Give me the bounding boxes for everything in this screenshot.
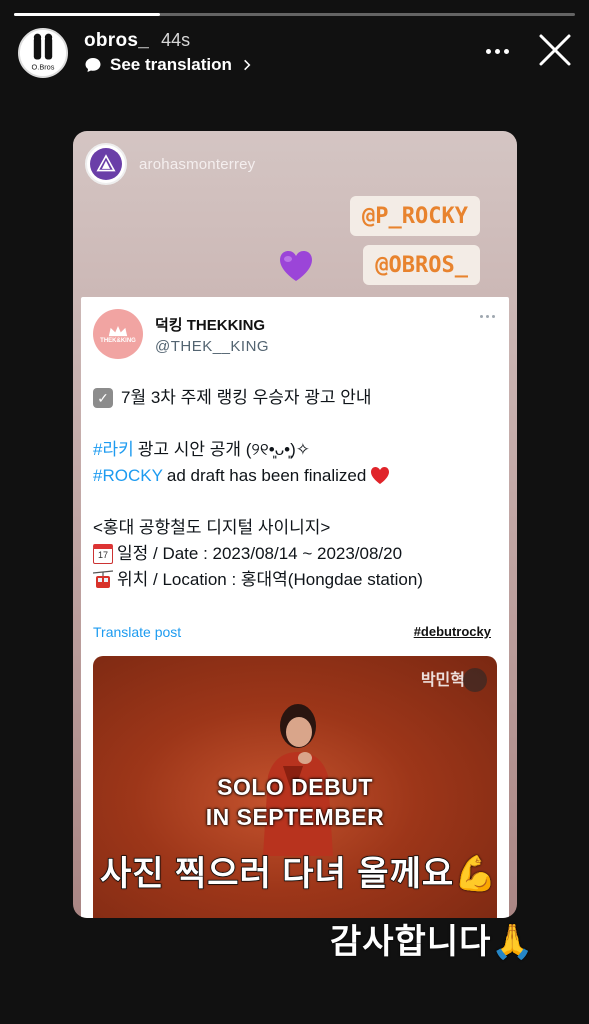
red-heart-icon xyxy=(371,467,390,484)
tweet-body: ✓ 7월 3차 주제 랭킹 우승자 광고 안내 #라키 광고 시안 공개 (୨୧… xyxy=(93,385,499,593)
see-translation-link[interactable]: See translation xyxy=(84,55,254,75)
video-title: SOLO DEBUT IN SEPTEMBER xyxy=(93,772,497,832)
shared-post-card[interactable]: arohasmonterrey @P_ROCKY @OBROS_ THEK&KI… xyxy=(73,131,517,918)
tweet-line-text: <홍대 공항철도 디지털 사이니지> xyxy=(93,518,331,537)
tweet-line-text: ad draft has been finalized xyxy=(166,466,367,485)
calendar-icon: 17 xyxy=(93,544,113,564)
shared-post-avatar[interactable] xyxy=(85,143,127,185)
close-icon[interactable] xyxy=(535,30,575,70)
story-progress-bar xyxy=(14,13,575,16)
more-options-button[interactable] xyxy=(479,36,515,66)
dot-icon xyxy=(503,48,509,54)
tweet-line-text: 광고 시안 공개 (୨୧•͈ᴗ•͈)✧ xyxy=(137,440,311,459)
purple-heart-icon xyxy=(280,251,312,281)
tweet-handle: @THEK__KING xyxy=(155,337,270,355)
tweet-line: #ROCKY ad draft has been finalized xyxy=(93,463,499,489)
video-title-line: IN SEPTEMBER xyxy=(205,804,385,830)
see-translation-label: See translation xyxy=(110,55,232,74)
video-title-line: SOLO DEBUT xyxy=(217,774,373,800)
story-progress-fill xyxy=(14,13,160,16)
mention-sticker[interactable]: @P_ROCKY xyxy=(350,196,480,236)
timestamp: 44s xyxy=(161,30,191,50)
story-text: 사진 찍으러 다녀 올께요 xyxy=(99,854,455,894)
obros-logo-icon: O.Bros xyxy=(20,30,66,76)
story-header: O.Bros obros_ 44s See translation xyxy=(18,28,575,80)
flexed-biceps-icon: 💪 xyxy=(453,854,498,894)
tweet-line-text: 위치 / Location : 홍대역(Hongdae station) xyxy=(117,570,423,589)
mention-text: @P_ROCKY xyxy=(362,203,468,229)
dot-icon xyxy=(494,48,500,54)
speech-bubble-icon xyxy=(85,58,101,72)
aroha-logo-icon xyxy=(90,148,122,180)
story-text-overlay: 감사합니다🙏 xyxy=(329,914,535,963)
tweet-screenshot: THEK&KING 덕킹 THEKKING @THEK__KING ✓ 7월 3… xyxy=(81,297,509,918)
tweet-display-name: 덕킹 THEKKING xyxy=(155,316,266,334)
hashtag: #라키 xyxy=(93,440,134,459)
video-watermark: 박민혁 xyxy=(420,672,465,689)
username[interactable]: obros_ xyxy=(84,30,149,52)
tweet-avatar-text: THEK&KING xyxy=(100,337,136,344)
svg-text:O.Bros: O.Bros xyxy=(32,63,55,72)
tweet-header: THEK&KING 덕킹 THEKKING @THEK__KING xyxy=(93,309,269,359)
video-mute-icon xyxy=(463,668,487,692)
folded-hands-icon: 🙏 xyxy=(491,922,535,962)
translate-post-link: Translate post xyxy=(93,624,182,640)
tweet-line: ✓ 7월 3차 주제 랭킹 우승자 광고 안내 xyxy=(93,385,499,411)
tweet-line: <홍대 공항철도 디지털 사이니지> xyxy=(93,515,499,541)
tweet-avatar: THEK&KING xyxy=(93,309,143,359)
hashtag-link: #debutrocky xyxy=(413,624,491,639)
story-text-overlay: 사진 찍으러 다녀 올께요💪 xyxy=(99,846,498,895)
chevron-right-icon xyxy=(243,59,251,71)
tweet-line: #라키 광고 시안 공개 (୨୧•͈ᴗ•͈)✧ xyxy=(93,437,499,463)
story-text: 감사합니다 xyxy=(329,922,492,962)
tweet-line-text: 7월 3차 주제 랭킹 우승자 광고 안내 xyxy=(121,388,372,407)
shared-post-header: arohasmonterrey xyxy=(85,143,255,185)
user-line: obros_ 44s xyxy=(84,30,190,52)
tweet-more-icon xyxy=(480,315,495,318)
mention-sticker[interactable]: @OBROS_ xyxy=(363,245,480,285)
mention-text: @OBROS_ xyxy=(375,252,468,278)
hashtag: #ROCKY xyxy=(93,466,163,485)
tweet-line-text: 일정 / Date : 2023/08/14 ~ 2023/08/20 xyxy=(117,544,403,563)
tweet-line: 위치 / Location : 홍대역(Hongdae station) xyxy=(93,567,499,593)
shared-post-username[interactable]: arohasmonterrey xyxy=(139,156,255,173)
avatar[interactable]: O.Bros xyxy=(18,28,68,78)
dot-icon xyxy=(485,48,491,54)
tweet-line: 17 일정 / Date : 2023/08/14 ~ 2023/08/20 xyxy=(93,541,499,567)
checkmark-icon: ✓ xyxy=(93,388,113,408)
crown-icon xyxy=(108,325,128,336)
aerial-tramway-icon xyxy=(93,570,113,588)
